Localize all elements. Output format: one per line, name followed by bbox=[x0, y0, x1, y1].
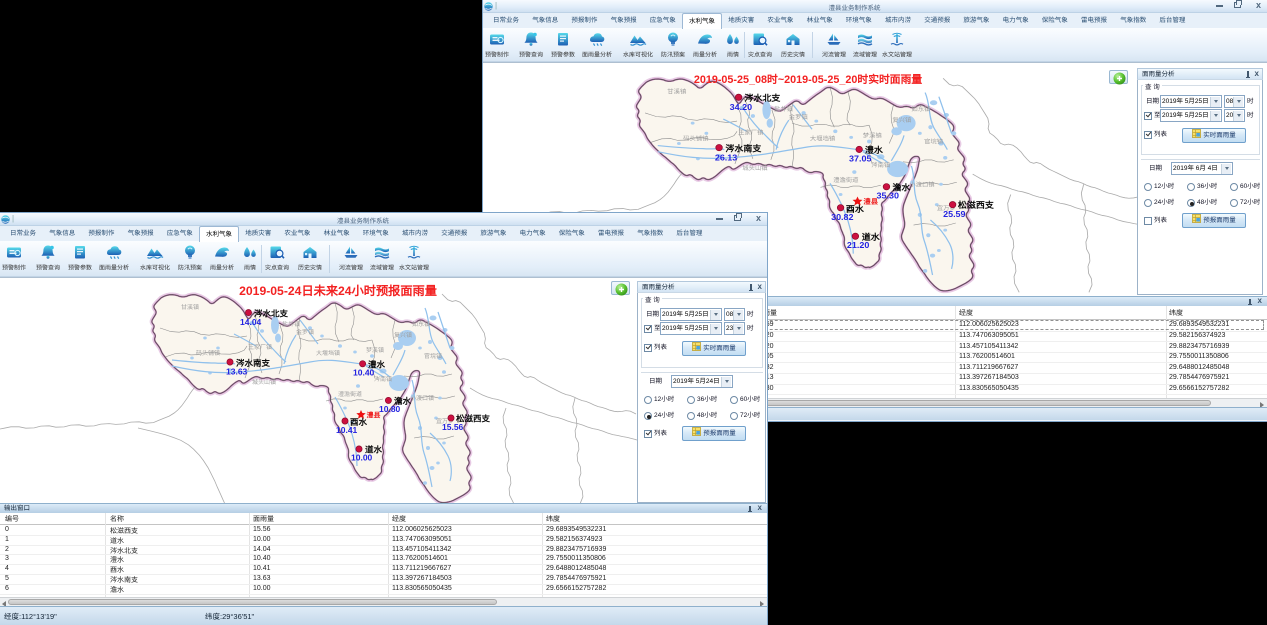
svg-text:如东镇: 如东镇 bbox=[412, 320, 430, 328]
svg-text:35.30: 35.30 bbox=[877, 191, 900, 201]
svg-text:城头山镇: 城头山镇 bbox=[742, 164, 767, 172]
svg-text:大堰垱镇: 大堰垱镇 bbox=[810, 135, 835, 143]
svg-text:王家厂镇: 王家厂镇 bbox=[248, 343, 272, 351]
svg-text:复兴镇: 复兴镇 bbox=[394, 331, 412, 339]
svg-text:官垸镇: 官垸镇 bbox=[424, 352, 442, 360]
svg-text:金罗镇: 金罗镇 bbox=[789, 113, 808, 121]
svg-text:澧澹街道: 澧澹街道 bbox=[338, 390, 362, 398]
svg-text:澧澹街道: 澧澹街道 bbox=[833, 176, 858, 184]
svg-text:甘溪镇: 甘溪镇 bbox=[667, 88, 686, 96]
svg-text:小渡口镇: 小渡口镇 bbox=[410, 394, 434, 402]
svg-text:10.80: 10.80 bbox=[379, 404, 401, 414]
svg-text:涔南镇: 涔南镇 bbox=[374, 375, 392, 383]
svg-text:甘溪镇: 甘溪镇 bbox=[181, 303, 199, 311]
svg-text:小渡口镇: 小渡口镇 bbox=[909, 180, 934, 188]
svg-text:2019-05-25_08时~2019-05-25_20时实: 2019-05-25_08时~2019-05-25_20时实时面雨量 bbox=[694, 73, 923, 86]
svg-text:10.40: 10.40 bbox=[353, 368, 375, 378]
svg-text:15.56: 15.56 bbox=[442, 422, 464, 432]
svg-text:37.05: 37.05 bbox=[849, 153, 872, 163]
svg-text:梦溪镇: 梦溪镇 bbox=[366, 346, 384, 354]
svg-text:14.04: 14.04 bbox=[240, 317, 262, 327]
svg-text:复兴镇: 复兴镇 bbox=[892, 116, 911, 124]
svg-text:2019-05-24日未来24小时预报面雨量: 2019-05-24日未来24小时预报面雨量 bbox=[239, 284, 437, 298]
svg-text:码头铺镇: 码头铺镇 bbox=[683, 135, 708, 143]
svg-text:梦溪镇: 梦溪镇 bbox=[863, 132, 882, 140]
svg-text:涔南镇: 涔南镇 bbox=[871, 161, 890, 169]
svg-text:如东镇: 如东镇 bbox=[911, 105, 930, 113]
svg-text:官垸镇: 官垸镇 bbox=[924, 138, 943, 146]
svg-text:盐井镇: 盐井镇 bbox=[774, 105, 793, 113]
svg-text:13.63: 13.63 bbox=[226, 367, 248, 377]
svg-text:26.13: 26.13 bbox=[715, 152, 738, 162]
svg-text:10.41: 10.41 bbox=[336, 425, 358, 435]
svg-text:25.59: 25.59 bbox=[943, 209, 966, 219]
svg-text:34.20: 34.20 bbox=[730, 102, 753, 112]
svg-text:王家厂镇: 王家厂镇 bbox=[738, 128, 763, 136]
svg-text:码头铺镇: 码头铺镇 bbox=[196, 349, 220, 357]
svg-text:21.20: 21.20 bbox=[847, 240, 870, 250]
svg-text:盐井镇: 盐井镇 bbox=[282, 320, 300, 328]
svg-text:金罗镇: 金罗镇 bbox=[296, 328, 314, 336]
svg-text:30.82: 30.82 bbox=[831, 212, 854, 222]
svg-text:城头山镇: 城头山镇 bbox=[252, 378, 276, 386]
svg-text:大堰垱镇: 大堰垱镇 bbox=[316, 349, 340, 357]
svg-text:10.00: 10.00 bbox=[351, 453, 373, 463]
